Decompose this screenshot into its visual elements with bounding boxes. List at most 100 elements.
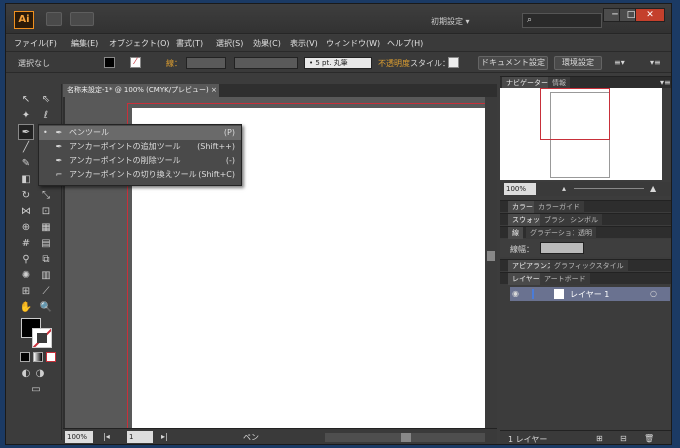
navigator-preview[interactable] [500, 88, 662, 180]
zoom-tool-icon[interactable]: 🔍 [38, 300, 54, 316]
layer-name[interactable]: レイヤー 1 [570, 289, 609, 300]
tab-graphic-styles[interactable]: グラフィックスタイル [550, 260, 628, 272]
slice-tool-icon[interactable]: ⟋ [38, 284, 54, 300]
menu-type[interactable]: 書式(T) [176, 38, 203, 49]
document-tab[interactable]: 名称未設定-1* @ 100% (CMYK/プレビュー) × [63, 84, 219, 97]
new-sublayer-icon[interactable]: ⊟ [620, 434, 627, 443]
stroke-weight-input[interactable] [540, 242, 584, 254]
menu-view[interactable]: 表示(V) [290, 38, 318, 49]
stroke-color-box[interactable] [32, 328, 52, 348]
target-icon[interactable]: ○ [650, 289, 657, 298]
search-input[interactable]: ⌕ [522, 13, 602, 28]
scale-tool-icon[interactable]: ⤡ [38, 188, 54, 204]
eyedropper-tool-icon[interactable]: ⚲ [18, 252, 34, 268]
opacity-label[interactable]: 不透明度 [378, 58, 410, 69]
perspective-grid-tool-icon[interactable]: ▦ [38, 220, 54, 236]
tab-transparency[interactable]: 透明 [574, 227, 596, 239]
stroke-label: 線： [166, 59, 182, 68]
convert-anchor-icon: ⌐ [55, 170, 63, 179]
none-mode-icon[interactable] [46, 352, 56, 362]
eraser-tool-icon[interactable]: ◧ [18, 172, 34, 188]
next-page-icon[interactable]: ▸| [161, 432, 168, 441]
control-menu-icon[interactable]: ▾≡ [650, 58, 661, 67]
stroke-weight-field[interactable] [186, 57, 226, 69]
menu-object[interactable]: オブジェクト(O) [109, 38, 170, 49]
fill-swatch[interactable] [104, 57, 115, 68]
pen-tool-icon[interactable]: ✒ [18, 124, 34, 140]
zoom-in-icon[interactable]: ▲ [650, 184, 656, 193]
paintbrush-tool-icon[interactable]: ✎ [18, 156, 34, 172]
close-tab-icon[interactable]: × [211, 86, 217, 94]
tab-color[interactable]: カラー [508, 201, 537, 213]
tab-color-guide[interactable]: カラーガイド [534, 201, 584, 213]
stroke-swatch[interactable]: ⁄ [130, 57, 141, 68]
flyout-item-convert-anchor[interactable]: ⌐ アンカーポイントの切り換えツール (Shift+C) [39, 168, 241, 182]
screen-mode-icon[interactable]: ▭ [28, 382, 44, 398]
brush-value: 5 pt. 丸筆 [315, 59, 348, 67]
variable-width-field[interactable] [234, 57, 298, 69]
vertical-scrollbar[interactable] [485, 97, 497, 428]
flyout-item-add-anchor[interactable]: ✒ アンカーポイントの追加ツール (Shift++) [39, 140, 241, 154]
line-tool-icon[interactable]: ╱ [18, 140, 34, 156]
color-mode-icon[interactable] [20, 352, 30, 362]
menu-edit[interactable]: 編集(E) [71, 38, 98, 49]
navigator-zoom-field[interactable]: 100% [504, 183, 536, 195]
hand-tool-icon[interactable]: ✋ [18, 300, 34, 316]
gradient-tool-icon[interactable]: ▤ [38, 236, 54, 252]
menu-help[interactable]: ヘルプ(H) [387, 38, 423, 49]
preferences-button[interactable]: 環境設定 [554, 56, 602, 70]
width-tool-icon[interactable]: ⋈ [18, 204, 34, 220]
first-page-icon[interactable]: |◂ [103, 432, 110, 441]
rotate-tool-icon[interactable]: ↻ [18, 188, 34, 204]
mesh-tool-icon[interactable]: # [18, 236, 34, 252]
menu-select[interactable]: 選択(S) [216, 38, 243, 49]
direct-selection-tool-icon[interactable]: ⇖ [38, 92, 54, 108]
lasso-tool-icon[interactable]: ℓ [38, 108, 54, 124]
graph-tool-icon[interactable]: ▥ [38, 268, 54, 284]
panel-menu-icon[interactable]: ▾≡ [660, 78, 671, 87]
shape-builder-tool-icon[interactable]: ⊕ [18, 220, 34, 236]
document-setup-button[interactable]: ドキュメント設定 [478, 56, 548, 70]
flyout-item-shortcut: (Shift+C) [198, 170, 235, 179]
arrange-documents-button[interactable] [70, 12, 94, 26]
brush-definition[interactable]: • 5 pt. 丸筆 [304, 57, 372, 69]
workspace-switcher[interactable]: 初期設定 ▾ [431, 16, 470, 27]
delete-layer-icon[interactable]: 🗑 [644, 434, 654, 443]
style-label: スタイル： [410, 59, 450, 68]
selection-tool-icon[interactable]: ↖ [18, 92, 34, 108]
visibility-eye-icon[interactable]: ◉ [512, 289, 519, 298]
menu-effect[interactable]: 効果(C) [253, 38, 281, 49]
zoom-field[interactable]: 100% [65, 431, 93, 443]
flyout-item-label: アンカーポイントの追加ツール [69, 142, 181, 151]
page-field[interactable]: 1 [127, 431, 153, 443]
tab-artboards[interactable]: アートボード [540, 273, 590, 285]
gradient-mode-icon[interactable] [33, 352, 43, 362]
flyout-item-pen[interactable]: • ✒ ペンツール (P) [39, 126, 241, 140]
bridge-button[interactable] [46, 12, 62, 26]
zoom-slider[interactable] [574, 188, 644, 189]
symbol-sprayer-tool-icon[interactable]: ✺ [18, 268, 34, 284]
menu-file[interactable]: ファイル(F) [14, 38, 57, 49]
free-transform-tool-icon[interactable]: ⊡ [38, 204, 54, 220]
flyout-item-delete-anchor[interactable]: ✒ アンカーポイントの削除ツール (-) [39, 154, 241, 168]
artboard-tool-icon[interactable]: ⊞ [18, 284, 34, 300]
tab-brushes[interactable]: ブラシ [540, 214, 569, 226]
horizontal-scrollbar[interactable] [325, 433, 485, 442]
layer-row[interactable]: ◉ レイヤー 1 ○ [510, 287, 670, 301]
draw-behind-icon[interactable]: ◑ [32, 366, 48, 382]
style-swatch[interactable] [448, 57, 459, 68]
scroll-thumb[interactable] [487, 251, 495, 261]
zoom-out-icon[interactable]: ▴ [562, 184, 566, 193]
navigator-view-box[interactable] [540, 88, 610, 140]
menu-window[interactable]: ウィンドウ(W) [326, 38, 380, 49]
magic-wand-tool-icon[interactable]: ✦ [18, 108, 34, 124]
new-layer-icon[interactable]: ⊞ [596, 434, 603, 443]
tab-stroke[interactable]: 線 [508, 227, 523, 239]
arrange-icon[interactable]: ≡▾ [614, 58, 625, 67]
close-button[interactable]: ✕ [635, 8, 665, 22]
tab-symbols[interactable]: シンボル [566, 214, 602, 226]
h-scroll-thumb[interactable] [401, 433, 411, 442]
blend-tool-icon[interactable]: ⧉ [38, 252, 54, 268]
tab-layers[interactable]: レイヤー [508, 273, 544, 285]
delete-anchor-icon: ✒ [55, 156, 63, 165]
